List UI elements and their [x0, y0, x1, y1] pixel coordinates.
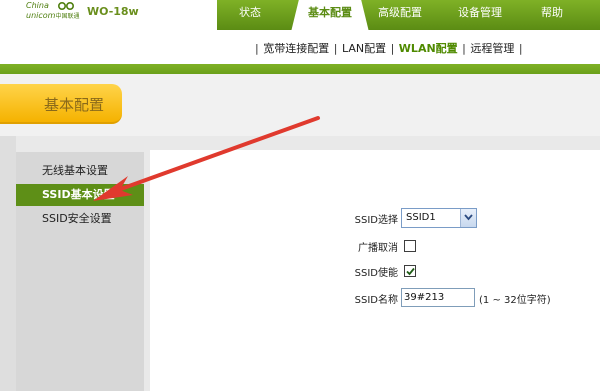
ssid-enable-label: SSID使能 [354, 268, 398, 279]
sidebar-item-ssid-security[interactable]: SSID安全设置 [16, 208, 144, 230]
sidebar-item-wireless-basic[interactable]: 无线基本设置 [16, 160, 144, 182]
logo-text-unicom-cn: 中国联通 [55, 13, 80, 20]
ssid-name-label: SSID名称 [354, 295, 398, 306]
left-gutter [0, 136, 16, 391]
router-admin-page: China unicom中国联通 WO-18w 状态 基本配置 高级配置 设备管… [0, 0, 600, 391]
ssid-name-hint: (1 ~ 32位字符) [479, 295, 551, 306]
sidebar-item-ssid-basic[interactable]: SSID基本设置 [16, 184, 144, 206]
broadcast-cancel-label: 广播取消 [358, 243, 398, 254]
header-divider-strip [0, 64, 600, 74]
main-nav: 状态 基本配置 高级配置 设备管理 帮助 [217, 0, 600, 32]
nav-item-basic-config[interactable]: 基本配置 [291, 0, 369, 32]
logo-text-unicom-en: unicom [26, 11, 56, 20]
section-title-tab: 基本配置 [0, 84, 122, 124]
sub-nav-divider: | [333, 42, 338, 55]
sub-nav-broadband[interactable]: 宽带连接配置 [263, 42, 329, 55]
sub-nav-divider: | [390, 42, 395, 55]
nav-item-advanced-config[interactable]: 高级配置 [367, 0, 433, 30]
logo-text-unicom: unicom中国联通 [26, 11, 79, 20]
dropdown-button[interactable] [460, 209, 476, 227]
nav-item-status[interactable]: 状态 [217, 0, 283, 30]
ssid-name-input[interactable]: 39#213 [401, 288, 475, 307]
ssid-select[interactable]: SSID1 [401, 208, 477, 228]
sub-nav-divider: | [462, 42, 466, 55]
sidebar: 无线基本设置 SSID基本设置 SSID安全设置 [16, 152, 144, 391]
ssid-enable-checkbox[interactable] [404, 265, 416, 277]
sub-nav-divider: | [518, 42, 523, 55]
nav-item-device-management[interactable]: 设备管理 [443, 0, 517, 30]
unicom-knot-icon [58, 2, 74, 10]
sub-nav: | 宽带连接配置 | LAN配置 | WLAN配置 | 远程管理 | [254, 40, 524, 56]
checkmark-icon [406, 267, 415, 276]
sub-nav-wlan[interactable]: WLAN配置 [399, 42, 458, 55]
chevron-down-icon [464, 214, 473, 221]
device-model: WO-18w [87, 5, 139, 18]
sub-nav-remote[interactable]: 远程管理 [470, 42, 514, 55]
top-bar: China unicom中国联通 WO-18w 状态 基本配置 高级配置 设备管… [0, 0, 600, 32]
sub-nav-divider: | [255, 42, 259, 55]
sub-nav-lan[interactable]: LAN配置 [342, 42, 386, 55]
sub-nav-bar: | 宽带连接配置 | LAN配置 | WLAN配置 | 远程管理 | [0, 30, 600, 64]
ssid-select-label: SSID选择 [354, 215, 398, 226]
section-title: 基本配置 [44, 96, 105, 114]
broadcast-cancel-checkbox[interactable] [404, 240, 416, 252]
nav-item-help[interactable]: 帮助 [523, 0, 581, 30]
logo-text-china: China [26, 1, 49, 10]
ssid-select-value: SSID1 [406, 212, 436, 223]
